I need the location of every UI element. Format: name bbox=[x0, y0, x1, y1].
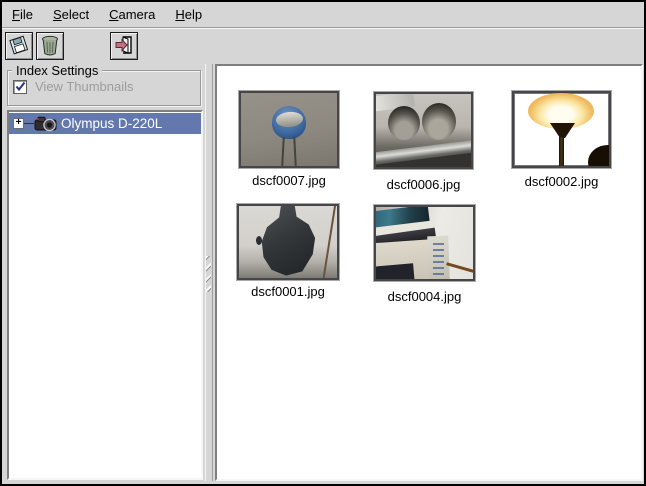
menu-select[interactable]: Select bbox=[53, 7, 89, 22]
menu-help[interactable]: Help bbox=[175, 7, 202, 22]
view-thumbnails-row: View Thumbnails bbox=[13, 79, 134, 94]
thumbnail-filename[interactable]: dscf0002.jpg bbox=[512, 174, 611, 189]
splitter-grip-icon bbox=[206, 256, 211, 292]
thumbnail-dscf0006[interactable] bbox=[374, 92, 473, 169]
menu-file-accesskey: F bbox=[12, 7, 20, 22]
menu-select-accesskey: S bbox=[53, 7, 62, 22]
thumbnail-image-detail bbox=[374, 263, 415, 281]
tree-connector-line bbox=[24, 123, 34, 124]
thumbnail-dscf0002[interactable] bbox=[512, 91, 611, 168]
trash-icon bbox=[39, 33, 61, 60]
index-settings-title: Index Settings bbox=[12, 63, 102, 78]
thumbnail-filename[interactable]: dscf0001.jpg bbox=[237, 284, 339, 299]
camera-tree-item-olympus[interactable]: + Olympus D-220L bbox=[9, 113, 201, 134]
thumbnail-dscf0004[interactable] bbox=[374, 205, 475, 281]
camera-name-label: Olympus D-220L bbox=[61, 116, 162, 131]
camera-icon bbox=[34, 115, 60, 138]
menu-camera-label: amera bbox=[119, 7, 156, 22]
view-thumbnails-checkbox[interactable] bbox=[13, 80, 27, 94]
delete-button[interactable] bbox=[36, 32, 64, 60]
thumbnail-image-detail bbox=[433, 243, 444, 275]
thumbnail-image-detail bbox=[559, 137, 564, 166]
menu-file[interactable]: File bbox=[12, 7, 33, 22]
thumbnail-view-panel: dscf0007.jpg dscf0006.jpg dscf0002.jpg d… bbox=[215, 64, 643, 481]
menu-help-label: elp bbox=[185, 7, 202, 22]
menu-file-label: ile bbox=[20, 7, 33, 22]
thumbnail-filename[interactable]: dscf0007.jpg bbox=[239, 173, 339, 188]
save-button[interactable] bbox=[5, 32, 33, 60]
thumbnail-dscf0007[interactable] bbox=[239, 91, 339, 168]
menu-select-label: elect bbox=[62, 7, 89, 22]
exit-button[interactable] bbox=[110, 32, 138, 60]
thumbnail-image-detail bbox=[388, 106, 420, 140]
gtkam-window: File Select Camera Help bbox=[0, 0, 646, 486]
exit-door-icon bbox=[113, 34, 135, 59]
tree-expander-icon[interactable]: + bbox=[13, 118, 24, 129]
menu-camera-accesskey: C bbox=[109, 7, 118, 22]
view-thumbnails-label: View Thumbnails bbox=[35, 79, 134, 94]
menu-bar: File Select Camera Help bbox=[2, 2, 644, 28]
thumbnail-filename[interactable]: dscf0006.jpg bbox=[374, 177, 473, 192]
thumbnail-image-detail bbox=[256, 236, 262, 245]
thumbnail-image-detail bbox=[422, 103, 456, 140]
index-settings-frame: Index Settings View Thumbnails bbox=[7, 70, 201, 106]
checkmark-icon bbox=[15, 81, 26, 92]
pane-splitter[interactable] bbox=[205, 64, 213, 481]
menu-camera[interactable]: Camera bbox=[109, 7, 155, 22]
camera-tree-panel: + Olympus D-220L bbox=[7, 110, 203, 480]
floppy-disk-icon bbox=[7, 33, 31, 60]
menu-help-accesskey: H bbox=[175, 7, 184, 22]
thumbnail-filename[interactable]: dscf0004.jpg bbox=[374, 289, 475, 304]
thumbnail-dscf0001[interactable] bbox=[237, 204, 339, 280]
